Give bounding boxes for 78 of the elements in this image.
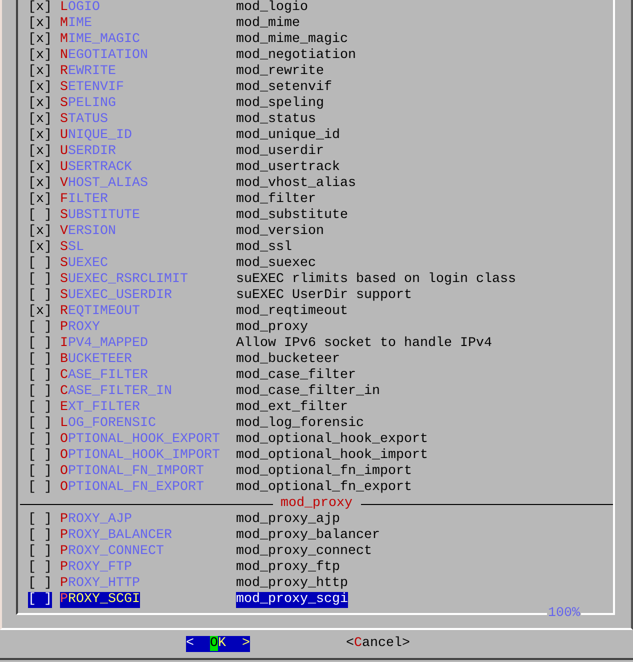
- checkbox[interactable]: [x]: [28, 48, 52, 64]
- checkbox[interactable]: [x]: [28, 112, 52, 128]
- option-description: mod_suexec: [236, 256, 316, 272]
- checkbox[interactable]: [x]: [28, 240, 52, 256]
- option-description: suEXEC rlimits based on login class: [236, 272, 516, 288]
- option-description: mod_optional_hook_export: [236, 432, 428, 448]
- dialog-button[interactable]: <Cancel>: [346, 636, 410, 652]
- checkbox[interactable]: [ ]: [28, 320, 52, 336]
- checkbox[interactable]: [ ]: [28, 352, 52, 368]
- option-description: mod_usertrack: [236, 160, 340, 176]
- option-description: mod_vhost_alias: [236, 176, 356, 192]
- checkbox[interactable]: [ ]: [28, 272, 52, 288]
- option-description: mod_rewrite: [236, 64, 324, 80]
- checkbox[interactable]: [x]: [28, 32, 52, 48]
- checkbox[interactable]: [ ]: [28, 544, 52, 560]
- option-description: mod_proxy: [236, 320, 308, 336]
- option-description: mod_logio: [236, 0, 308, 16]
- checkbox[interactable]: [ ]: [28, 288, 52, 304]
- checkbox[interactable]: [ ]: [28, 512, 52, 528]
- option-description: mod_ext_filter: [236, 400, 348, 416]
- checkbox[interactable]: [ ]: [28, 560, 52, 576]
- checkbox[interactable]: [ ]: [28, 448, 52, 464]
- option-description: mod_userdir: [236, 144, 324, 160]
- checkbox[interactable]: [x]: [28, 16, 52, 32]
- option-description: mod_status: [236, 112, 316, 128]
- checkbox[interactable]: [ ]: [28, 368, 52, 384]
- option-description: mod_ssl: [236, 240, 292, 256]
- checkbox[interactable]: [ ]: [28, 480, 52, 496]
- checkbox[interactable]: [ ]: [28, 256, 52, 272]
- checkbox[interactable]: [ ]: [28, 432, 52, 448]
- option-description: mod_filter: [236, 192, 316, 208]
- option-description: mod_speling: [236, 96, 324, 112]
- option-description: mod_unique_id: [236, 128, 340, 144]
- checkbox[interactable]: [x]: [28, 304, 52, 320]
- option-description: mod_version: [236, 224, 324, 240]
- checkbox[interactable]: [x]: [28, 64, 52, 80]
- option-description: mod_optional_fn_export: [236, 480, 412, 496]
- checkbox[interactable]: [x]: [28, 160, 52, 176]
- checkbox[interactable]: [ ]: [28, 416, 52, 432]
- checkbox[interactable]: [ ]: [28, 336, 52, 352]
- checkbox[interactable]: [ ]: [28, 384, 52, 400]
- checkbox[interactable]: [x]: [28, 80, 52, 96]
- option-description: mod_substitute: [236, 208, 348, 224]
- checkbox[interactable]: [x]: [28, 144, 52, 160]
- option-description: mod_mime: [236, 16, 300, 32]
- option-description: mod_proxy_connect: [236, 544, 372, 560]
- dialog-button[interactable]: < OK >: [186, 636, 250, 652]
- checkbox[interactable]: [ ]: [28, 576, 52, 592]
- option-name[interactable]: PROXY_SCGI: [60, 592, 140, 608]
- section-title: mod_proxy: [280, 496, 354, 512]
- checkbox[interactable]: [ ]: [28, 208, 52, 224]
- option-description: mod_reqtimeout: [236, 304, 348, 320]
- option-description: mod_case_filter: [236, 368, 356, 384]
- checkbox[interactable]: [ ]: [28, 592, 52, 608]
- checkbox[interactable]: [x]: [28, 192, 52, 208]
- option-description: mod_proxy_balancer: [236, 528, 380, 544]
- option-description: mod_proxy_ftp: [236, 560, 340, 576]
- option-description: Allow IPv6 socket to handle IPv4: [236, 336, 492, 352]
- option-description: mod_optional_fn_import: [236, 464, 412, 480]
- option-description: mod_proxy_scgi: [236, 592, 348, 608]
- option-description: mod_proxy_http: [236, 576, 348, 592]
- checkbox[interactable]: [x]: [28, 224, 52, 240]
- checkbox[interactable]: [x]: [28, 128, 52, 144]
- option-description: mod_negotiation: [236, 48, 356, 64]
- checkbox[interactable]: [ ]: [28, 464, 52, 480]
- checkbox[interactable]: [x]: [28, 0, 52, 16]
- option-description: mod_case_filter_in: [236, 384, 380, 400]
- option-description: mod_log_forensic: [236, 416, 364, 432]
- option-description: mod_mime_magic: [236, 32, 348, 48]
- checkbox[interactable]: [ ]: [28, 400, 52, 416]
- option-description: mod_setenvif: [236, 80, 332, 96]
- checkbox[interactable]: [ ]: [28, 528, 52, 544]
- checkbox[interactable]: [x]: [28, 96, 52, 112]
- checkbox[interactable]: [x]: [28, 176, 52, 192]
- option-description: suEXEC UserDir support: [236, 288, 412, 304]
- option-description: mod_proxy_ajp: [236, 512, 340, 528]
- option-description: mod_optional_hook_import: [236, 448, 428, 464]
- option-description: mod_bucketeer: [236, 352, 340, 368]
